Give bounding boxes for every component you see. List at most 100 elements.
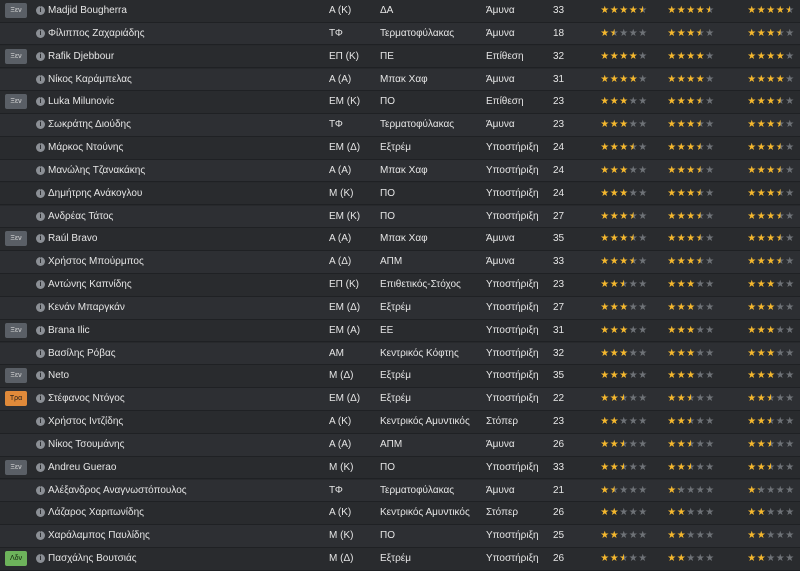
star-icon: ★ [609,73,619,85]
info-icon[interactable]: i [36,6,45,15]
info-icon[interactable]: i [36,211,45,221]
table-row[interactable]: i Ανδρέας Τάτος ΕΜ (Κ) ΠΟ Υποστήριξη 27 ★★★★★ ★… [0,205,800,229]
info-icon[interactable]: i [36,234,45,244]
table-row[interactable]: i Μανώλης Τζανακάκης Α (Α) Μπακ Χαφ Υποστήρι… [0,159,800,183]
star-icon: ★ [609,142,619,154]
table-row[interactable]: i Αντώνης Καπνίδης ΕΠ (Κ) Επιθετικός-Στόχος… [0,274,800,297]
rating-stars-potential: ★★★★★ [747,228,795,250]
star-icon: ★ [628,461,638,473]
table-row[interactable]: Ξεν i Luka Milunovic ΕΜ (Κ) ΠΟ Επίθεση 23 ★★★★★… [0,91,800,114]
player-name[interactable]: Luka Milunovic [48,91,114,113]
star-icon: ★ [705,553,715,565]
table-row[interactable]: i Βασίλης Ρόβας ΑΜ Κεντρικός Κόφτης Υποστήρι… [0,342,800,366]
player-name[interactable]: Χρήστος Ιντζίδης [48,411,123,433]
table-row[interactable]: i Νίκος Καράμπελας Α (Α) Μπακ Χαφ Άμυνα 31 ★★★… [0,68,800,92]
player-name[interactable]: Νίκος Καράμπελας [48,69,132,91]
info-icon[interactable]: i [36,143,45,153]
rating-stars-role: ★★★★★ [667,228,715,250]
star-icon: ★ [766,73,776,85]
player-name[interactable]: Στέφανος Ντόγος [48,388,125,410]
info-icon[interactable]: i [36,508,45,518]
star-icon: ★ [747,484,757,496]
info-icon[interactable]: i [36,485,45,495]
table-row[interactable]: i Αλέξανδρος Αναγνωστόπουλος ΤΦ Τερματοφύλα… [0,479,800,503]
table-row[interactable]: i Νίκος Τσουμάνης Α (Α) ΑΠΜ Άμυνα 26 ★★★★★ ★★★★… [0,433,800,457]
player-name[interactable]: Brana Ilic [48,320,90,342]
info-icon[interactable]: i [36,554,45,564]
player-name[interactable]: Ανδρέας Τάτος [48,206,113,228]
table-row[interactable]: i Φίλιππος Ζαχαριάδης ΤΦ Τερματοφύλακας Άμυν… [0,22,800,46]
info-icon[interactable]: i [36,165,45,175]
player-name[interactable]: Madjid Bougherra [48,0,127,22]
table-row[interactable]: Ξεν i Andreu Guerao Μ (Κ) ΠΟ Υποστήριξη 33 ★★★★… [0,456,800,480]
info-icon[interactable]: i [36,257,45,267]
info-icon[interactable]: i [36,439,45,449]
table-row[interactable]: i Λάζαρος Χαριτωνίδης Α (Κ) Κεντρικός Αμυντ… [0,502,800,526]
star-icon: ★ [609,416,619,428]
star-icon: ★ [756,142,766,154]
info-icon[interactable]: i [36,51,45,61]
star-icon: ★ [600,256,610,268]
info-icon[interactable]: i [36,120,45,130]
player-name[interactable]: Αλέξανδρος Αναγνωστόπουλος [48,480,187,502]
player-name[interactable]: Βασίλης Ρόβας [48,343,116,365]
info-icon[interactable]: i [36,325,45,335]
star-icon: ★ [695,50,705,62]
star-icon: ★ [785,484,795,496]
table-row[interactable]: Λδν i Πασχάλης Βουτσιάς Μ (Δ) Εξτρέμ Υποστήρι… [0,548,800,571]
info-icon[interactable]: i [36,417,45,427]
table-row[interactable]: i Κενάν Μπαργκάν ΕΜ (Δ) Εξτρέμ Υποστήριξη 27 ★… [0,296,800,320]
info-icon[interactable]: i [36,280,45,290]
table-row[interactable]: i Χρήστος Μπούρμπος Α (Δ) ΑΠΜ Άμυνα 33 ★★★★★ ★★… [0,251,800,274]
star-icon: ★ [756,187,766,199]
player-name[interactable]: Φίλιππος Ζαχαριάδης [48,23,145,45]
info-icon[interactable]: i [36,462,45,472]
player-name[interactable]: Μάρκος Ντούνης [48,137,123,159]
star-icon: ★ [705,438,715,450]
info-icon[interactable]: i [36,28,45,38]
info-icon[interactable]: i [36,348,45,358]
table-row[interactable]: Ξεν i Madjid Bougherra Α (Κ) ΔΑ Άμυνα 33 ★★★★★ ★… [0,0,800,23]
player-name[interactable]: Χρήστος Μπούρμπος [48,251,144,273]
star-icon: ★ [775,416,785,428]
player-name[interactable]: Δημήτρης Ανάκογλου [48,183,142,205]
player-name[interactable]: Κενάν Μπαργκάν [48,297,125,319]
star-icon: ★ [785,0,795,22]
info-icon[interactable]: i [36,531,45,541]
table-row[interactable]: i Σωκράτης Διούδης ΤΦ Τερματοφύλακας Άμυνα 23… [0,114,800,137]
star-icon: ★ [776,228,786,250]
table-row[interactable]: Ξεν i Rafik Djebbour ΕΠ (Κ) ΠΕ Επίθεση 32 ★★★★★… [0,45,800,69]
table-row[interactable]: Τρα i Στέφανος Ντόγος ΕΜ (Δ) Εξτρέμ Υποστήριξ… [0,388,800,411]
info-icon[interactable]: i [36,188,45,198]
player-name[interactable]: Andreu Guerao [48,457,116,479]
star-icon: ★ [766,484,776,496]
info-icon[interactable]: i [36,97,45,107]
table-row[interactable]: Ξεν i Brana Ilic ΕΜ (Α) ΕΕ Υποστήριξη 31 ★★★★★ ★… [0,319,800,343]
table-row[interactable]: Ξεν i Neto Μ (Δ) Εξτρέμ Υποστήριξη 35 ★★★★★ ★★★★… [0,365,800,389]
table-row[interactable]: i Δημήτρης Ανάκογλου Μ (Κ) ΠΟ Υποστήριξη 24 ★★… [0,182,800,206]
star-icon: ★ [686,484,696,496]
player-name[interactable]: Rafik Djebbour [48,46,114,68]
player-name[interactable]: Raúl Bravo [48,228,97,250]
rating-stars-current: ★★★★★ [600,411,648,433]
player-name[interactable]: Σωκράτης Διούδης [48,114,131,136]
info-icon[interactable]: i [36,371,45,381]
player-name[interactable]: Neto [48,365,69,387]
table-row[interactable]: i Μάρκος Ντούνης ΕΜ (Δ) Εξτρέμ Υποστήριξη 24 ★… [0,137,800,160]
star-icon: ★ [766,233,776,245]
table-row[interactable]: Ξεν i Raúl Bravo Α (Α) Μπακ Χαφ Άμυνα 35 ★★★★★ ★… [0,228,800,251]
star-icon: ★ [638,461,648,473]
info-icon[interactable]: i [36,302,45,312]
info-icon[interactable]: i [36,394,45,404]
info-icon[interactable]: i [36,74,45,84]
player-name[interactable]: Νίκος Τσουμάνης [48,434,124,456]
player-name[interactable]: Πασχάλης Βουτσιάς [48,548,137,570]
star-icon: ★ [756,50,766,62]
player-name[interactable]: Αντώνης Καπνίδης [48,274,132,296]
player-name[interactable]: Μανώλης Τζανακάκης [48,160,145,182]
table-row[interactable]: i Χρήστος Ιντζίδης Α (Κ) Κεντρικός Αμυντικό… [0,411,800,434]
star-icon: ★ [676,142,686,154]
player-name[interactable]: Χαράλαμπος Παυλίδης [48,525,150,547]
table-row[interactable]: i Χαράλαμπος Παυλίδης Μ (Κ) ΠΟ Υποστήριξη 25 ★… [0,525,800,548]
player-name[interactable]: Λάζαρος Χαριτωνίδης [48,502,144,524]
